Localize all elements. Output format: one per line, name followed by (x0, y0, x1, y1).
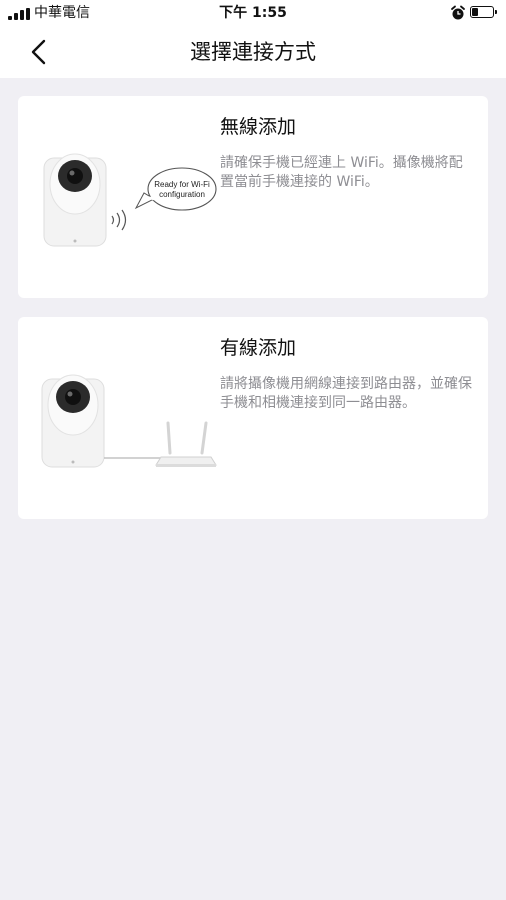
status-bar: 中華電信 下午 1:55 (0, 0, 506, 26)
wired-add-description: 請將攝像機用網線連接到路由器，並確保手機和相機連接到同一路由器。 (220, 376, 472, 411)
wireless-add-title: 無線添加 (220, 116, 297, 138)
navigation-bar: 選擇連接方式 (0, 26, 506, 78)
page-title: 選擇連接方式 (190, 40, 316, 64)
battery-icon (470, 6, 497, 18)
wifi-bubble-text: Ready for Wi-Fi (154, 180, 210, 189)
wireless-add-description: 請確保手機已經連上 WiFi。攝像機將配置當前手機連接的 WiFi。 (220, 155, 463, 190)
wireless-camera-illustration: Ready for Wi-Fi configuration (43, 153, 217, 247)
wired-camera-illustration (41, 374, 217, 468)
wired-add-title: 有線添加 (220, 337, 297, 359)
status-time: 下午 1:55 (219, 5, 287, 21)
wireless-add-option[interactable]: Ready for Wi-Fi configuration 無線添加 請確保手機… (18, 96, 488, 298)
wired-add-option[interactable]: 有線添加 請將攝像機用網線連接到路由器，並確保手機和相機連接到同一路由器。 (18, 317, 488, 519)
alarm-clock-icon (451, 5, 465, 20)
wifi-bubble-text: configuration (159, 190, 205, 199)
